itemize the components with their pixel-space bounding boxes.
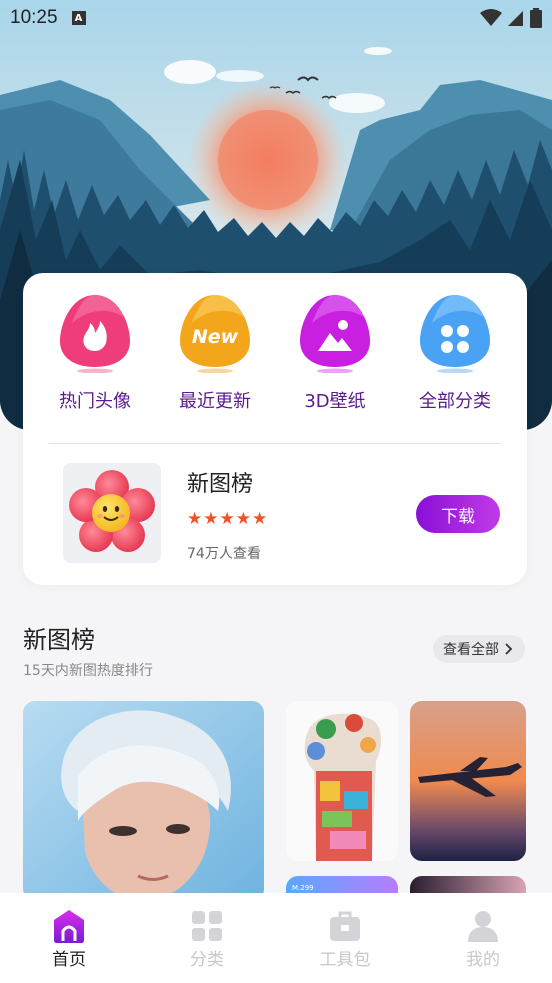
view-all-label: 查看全部 (443, 642, 499, 658)
status-indicators (480, 8, 542, 28)
image-tile-portrait[interactable] (23, 701, 264, 901)
airplane-sunset-image (410, 701, 526, 861)
divider (49, 443, 501, 444)
category-label: 3D壁纸 (304, 391, 366, 412)
toolbox-icon (330, 911, 360, 941)
profile-icon (468, 911, 498, 942)
star-icon: ★ (235, 509, 251, 529)
featured-thumbnail[interactable] (63, 463, 161, 563)
status-bar: 10:25 A (0, 0, 552, 36)
section-subtitle: 15天内新图热度排行 (23, 663, 153, 679)
new-badge-icon: New (180, 295, 250, 373)
category-hot-avatars[interactable]: 热门头像 (35, 293, 155, 413)
portrait-image (23, 701, 264, 901)
image-tile-fist-art[interactable] (286, 701, 398, 861)
notification-icon: A (71, 11, 86, 25)
nav-toolbox[interactable]: 工具包 (276, 893, 414, 983)
category-recent-updates[interactable]: New 最近更新 (155, 293, 275, 413)
category-3d-wallpaper[interactable]: 3D壁纸 (275, 293, 395, 413)
new-badge-text: New (192, 326, 239, 348)
quick-access-card: 热门头像 New 最近更新 3D壁纸 全部分类 新图榜 ★ ★ ★ ★ ★ 74… (23, 273, 527, 585)
nav-label: 我的 (466, 950, 500, 970)
star-icon: ★ (219, 509, 235, 529)
status-time: 10:25 (10, 7, 58, 28)
star-icon: ★ (252, 509, 268, 529)
category-label: 热门头像 (59, 391, 131, 412)
fist-art-image (286, 701, 398, 861)
nav-home[interactable]: 首页 (0, 893, 138, 983)
flower-emoji-icon (69, 470, 155, 552)
bottom-navigation: 首页 分类 工具包 我的 (0, 893, 552, 983)
nav-profile[interactable]: 我的 (414, 893, 552, 983)
image-tile-airplane[interactable] (410, 701, 526, 861)
fire-icon (60, 295, 130, 373)
nav-label: 分类 (190, 950, 224, 970)
featured-title: 新图榜 (187, 472, 254, 497)
category-row: 热门头像 New 最近更新 3D壁纸 全部分类 (23, 293, 527, 413)
battery-icon (530, 8, 542, 28)
wifi-icon (480, 9, 502, 26)
star-icon: ★ (187, 509, 203, 529)
category-label: 全部分类 (419, 391, 491, 412)
view-count: 74万人查看 (187, 546, 261, 562)
nav-label: 工具包 (319, 950, 371, 970)
grid-dots-icon (420, 295, 490, 373)
category-icon (192, 911, 222, 941)
image-tile-caption: M.299 (292, 884, 314, 892)
view-all-button[interactable]: 查看全部 (433, 635, 525, 663)
nav-category[interactable]: 分类 (138, 893, 276, 983)
star-icon: ★ (203, 509, 219, 529)
category-all[interactable]: 全部分类 (395, 293, 515, 413)
image-icon (300, 295, 370, 373)
home-icon (54, 910, 84, 943)
rating-stars: ★ ★ ★ ★ ★ (187, 511, 267, 528)
cellular-signal-icon (508, 11, 523, 26)
nav-label: 首页 (52, 950, 86, 970)
category-label: 最近更新 (179, 391, 251, 412)
download-button[interactable]: 下载 (416, 495, 500, 533)
section-title: 新图榜 (23, 626, 95, 654)
chevron-right-icon (505, 643, 513, 655)
